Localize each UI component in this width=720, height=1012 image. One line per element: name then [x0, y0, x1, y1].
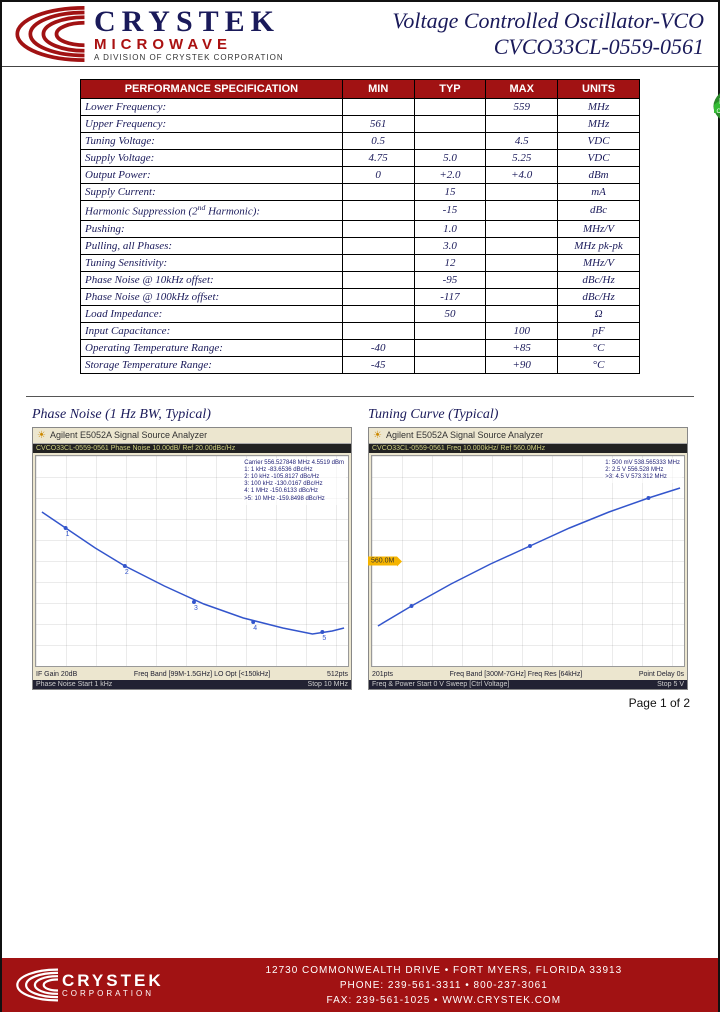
- document-title: Voltage Controlled Oscillator-VCO CVCO33…: [357, 2, 718, 66]
- footer-logo: CRYSTEK CORPORATION: [14, 968, 164, 1002]
- table-row: Tuning Voltage:0.54.5VDC: [81, 133, 640, 150]
- spec-table: PERFORMANCE SPECIFICATION MIN TYP MAX UN…: [80, 79, 640, 374]
- product-type: Voltage Controlled Oscillator-VCO: [392, 8, 704, 34]
- plot-area: 1 2 3 4 5 Carrier 556.527848 MHz 4.5519 …: [35, 455, 349, 667]
- footer-address: 12730 COMMONWEALTH DRIVE • FORT MYERS, F…: [182, 963, 706, 1008]
- charts-row: Phase Noise (1 Hz BW, Typical) Agilent E…: [26, 407, 694, 690]
- separator: [26, 396, 694, 397]
- table-row: Lower Frequency:559MHz: [81, 99, 640, 116]
- table-row: Pulling, all Phases:3.0MHz pk-pk: [81, 237, 640, 254]
- table-row: Output Power:0+2.0+4.0dBm: [81, 167, 640, 184]
- footer-sub: CORPORATION: [62, 989, 164, 998]
- table-row: Storage Temperature Range:-45+90°C: [81, 356, 640, 373]
- analyzer-header: Agilent E5052A Signal Source Analyzer: [33, 428, 351, 444]
- col-min: MIN: [342, 80, 414, 99]
- analyzer-sub: CVCO33CL-0559-0561 Freq 10.000kHz/ Ref 5…: [369, 444, 687, 453]
- header: CRYSTEK MICROWAVE A DIVISION OF CRYSTEK …: [2, 2, 718, 67]
- table-row: Load Impedance:50Ω: [81, 305, 640, 322]
- page-number: Page 1 of 2: [2, 690, 718, 712]
- col-max: MAX: [486, 80, 558, 99]
- svg-text:5: 5: [322, 635, 326, 642]
- marker-legend: 1: 500 mV 538.565333 MHz2: 2.5 V 556.528…: [603, 458, 682, 484]
- svg-text:Compliant: Compliant: [716, 109, 720, 115]
- analyzer-header: Agilent E5052A Signal Source Analyzer: [369, 428, 687, 444]
- chart-title: Phase Noise (1 Hz BW, Typical): [32, 407, 352, 423]
- logo-brand: CRYSTEK: [94, 7, 284, 37]
- table-row: Tuning Sensitivity:12MHz/V: [81, 254, 640, 271]
- svg-text:2: 2: [125, 569, 129, 576]
- logo-division: MICROWAVE: [94, 37, 284, 52]
- crystek-wave-icon: [14, 968, 58, 1002]
- footer-brand: CRYSTEK: [62, 972, 164, 989]
- part-number: CVCO33CL-0559-0561: [494, 34, 704, 60]
- company-logo: CRYSTEK MICROWAVE A DIVISION OF CRYSTEK …: [2, 2, 357, 66]
- table-row: Input Capacitance:100pF: [81, 322, 640, 339]
- footer: CRYSTEK CORPORATION 12730 COMMONWEALTH D…: [2, 958, 718, 1012]
- svg-text:3: 3: [194, 605, 198, 612]
- col-typ: TYP: [414, 80, 486, 99]
- chart-title: Tuning Curve (Typical): [368, 407, 688, 423]
- logo-tagline: A DIVISION OF CRYSTEK CORPORATION: [94, 54, 284, 62]
- table-row: Supply Voltage:4.755.05.25VDC: [81, 150, 640, 167]
- plot-area: 560.0M 1: 500 mV 538.565333 MHz2: 2.5 V …: [371, 455, 685, 667]
- col-spec: PERFORMANCE SPECIFICATION: [81, 80, 343, 99]
- datasheet-page: CRYSTEK MICROWAVE A DIVISION OF CRYSTEK …: [0, 0, 720, 1012]
- analyzer-sub: CVCO33CL-0559-0561 Phase Noise 10.00dB/ …: [33, 444, 351, 453]
- svg-text:1: 1: [66, 531, 70, 538]
- col-units: UNITS: [558, 80, 640, 99]
- table-row: Upper Frequency:561MHz: [81, 116, 640, 133]
- table-row: Operating Temperature Range:-40+85°C: [81, 339, 640, 356]
- table-row: Supply Current:15mA: [81, 184, 640, 201]
- marker-legend: Carrier 556.527848 MHz 4.5519 dBm 1: 1 k…: [242, 458, 346, 505]
- crystek-wave-icon: [10, 6, 88, 62]
- svg-text:4: 4: [253, 625, 257, 632]
- table-row: Harmonic Suppression (2nd Harmonic):-15d…: [81, 201, 640, 221]
- tuning-curve-chart: Tuning Curve (Typical) Agilent E5052A Si…: [368, 407, 688, 690]
- table-row: Phase Noise @ 10kHz offset:-95dBc/Hz: [81, 271, 640, 288]
- phase-noise-chart: Phase Noise (1 Hz BW, Typical) Agilent E…: [32, 407, 352, 690]
- table-row: Phase Noise @ 100kHz offset:-117dBc/Hz: [81, 288, 640, 305]
- rohs-icon: RoHS Compliant: [706, 87, 720, 127]
- table-row: Pushing:1.0MHz/V: [81, 220, 640, 237]
